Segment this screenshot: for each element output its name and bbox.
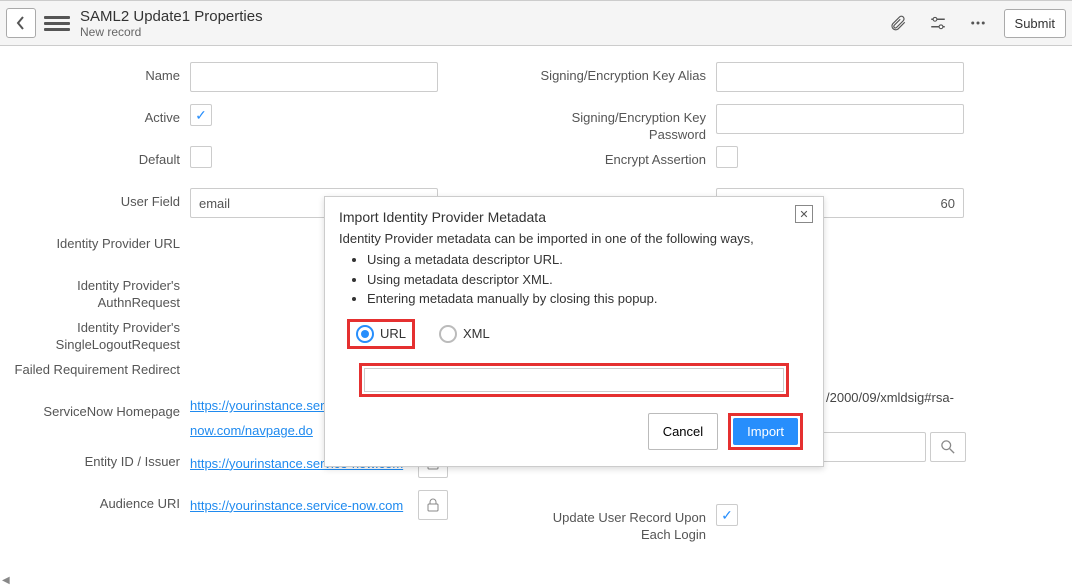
failed-redirect-label: Failed Requirement Redirect [10,356,190,379]
key-password-label: Signing/Encryption Key Password [536,104,716,144]
list-item: Using metadata descriptor XML. [367,270,809,290]
idp-url-label: Identity Provider URL [10,230,190,253]
radio-row: URL XML [347,319,809,349]
default-checkbox[interactable] [190,146,212,168]
update-user-checkbox[interactable]: ✓ [716,504,738,526]
metadata-url-input[interactable] [364,368,784,392]
lookup-button[interactable] [930,432,966,462]
check-icon: ✓ [195,107,207,124]
chevron-left-icon [16,16,26,30]
encrypt-assertion-checkbox[interactable] [716,146,738,168]
idp-slo-label: Identity Provider's SingleLogoutRequest [10,314,190,354]
active-checkbox[interactable]: ✓ [190,104,212,126]
submit-button[interactable]: Submit [1004,9,1066,38]
scroll-left-icon[interactable]: ◀ [2,575,10,586]
name-input[interactable] [190,62,438,92]
import-metadata-modal: Import Identity Provider Metadata ✕ Iden… [324,196,824,467]
radio-url-label: URL [380,326,406,341]
search-icon [941,440,955,454]
radio-url[interactable]: URL [347,319,415,349]
list-item: Entering metadata manually by closing th… [367,289,809,309]
idp-authn-label: Identity Provider's AuthnRequest [10,272,190,312]
key-password-input[interactable] [716,104,964,134]
sliders-icon [929,14,947,32]
title-block: SAML2 Update1 Properties New record [80,8,263,39]
radio-xml[interactable]: XML [433,322,496,346]
menu-button[interactable] [44,10,70,36]
sn-homepage-link-1[interactable]: https://yourinstance.serv [190,398,331,413]
modal-options-list: Using a metadata descriptor URL. Using m… [367,250,809,309]
key-alias-input[interactable] [716,62,964,92]
top-bar: SAML2 Update1 Properties New record Subm… [0,0,1072,46]
check-icon: ✓ [721,507,733,524]
lock-icon [427,498,439,512]
paperclip-icon [889,14,907,32]
name-label: Name [10,62,190,85]
more-horizontal-icon [969,14,987,32]
user-field-label: User Field [10,188,190,211]
attachment-button[interactable] [884,9,912,37]
audience-link[interactable]: https://yourinstance.service-now.com [190,498,410,513]
list-item: Using a metadata descriptor URL. [367,250,809,270]
cancel-button[interactable]: Cancel [648,413,718,450]
clock-skew-label [536,188,716,194]
audience-lock-button[interactable] [418,490,448,520]
modal-title: Import Identity Provider Metadata [339,209,809,225]
sn-homepage-label: ServiceNow Homepage [10,398,190,421]
more-button[interactable] [964,9,992,37]
import-button[interactable]: Import [733,418,798,445]
close-icon: ✕ [799,208,808,221]
key-alias-label: Signing/Encryption Key Alias [536,62,716,85]
back-button[interactable] [6,8,36,38]
entity-id-label: Entity ID / Issuer [10,448,190,471]
settings-button[interactable] [924,9,952,37]
modal-intro: Identity Provider metadata can be import… [339,231,809,246]
page-title: SAML2 Update1 Properties [80,8,263,25]
default-label: Default [10,146,190,169]
encrypt-assertion-label: Encrypt Assertion [536,146,716,169]
page-subtitle: New record [80,25,263,39]
update-user-label: Update User Record Upon Each Login [536,504,716,544]
active-label: Active [10,104,190,127]
audience-label: Audience URI [10,490,190,513]
radio-xml-label: XML [463,326,490,341]
modal-close-button[interactable]: ✕ [795,205,813,223]
sn-homepage-link-2[interactable]: now.com/navpage.do [190,423,313,438]
signature-algorithm-text: /2000/09/xmldsig#rsa- [826,390,954,405]
